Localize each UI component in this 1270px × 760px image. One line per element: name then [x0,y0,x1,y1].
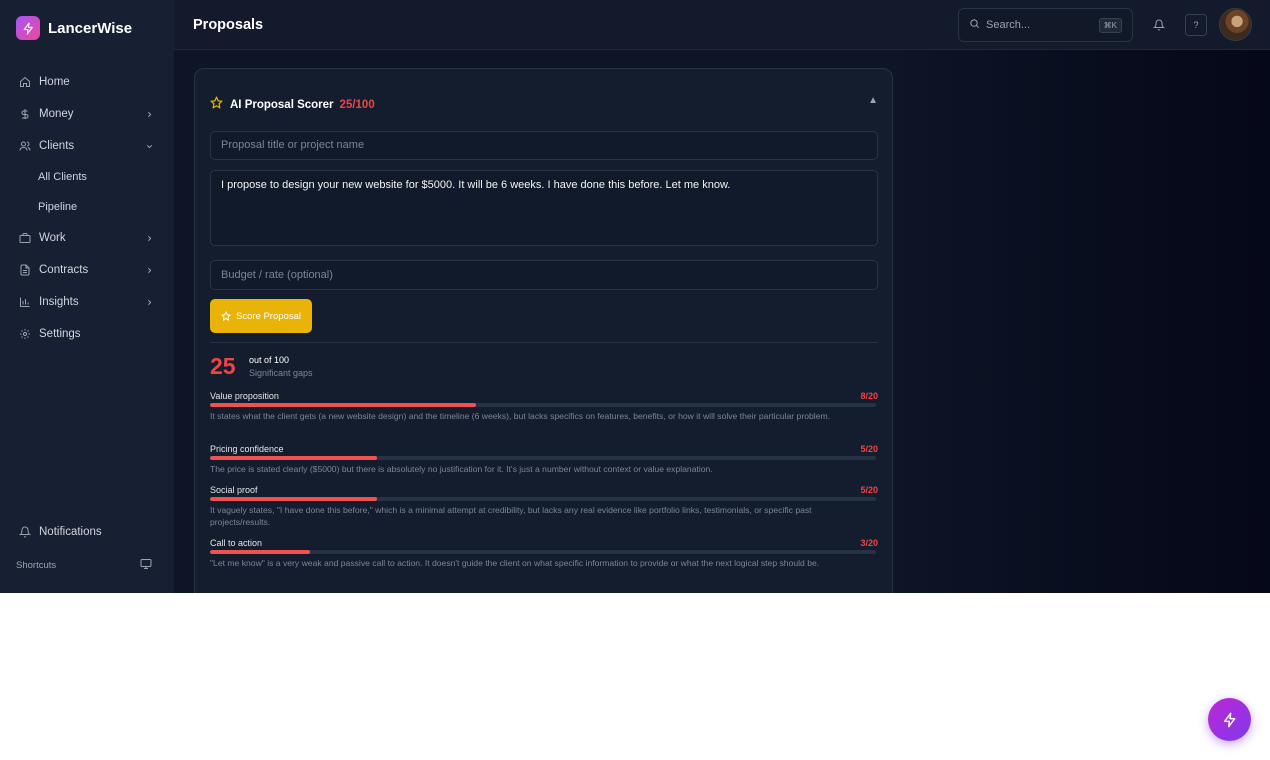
lightning-icon [1223,712,1235,727]
scorer-title: AI Proposal Scorer [230,99,334,111]
document-icon [19,264,31,276]
scorer-header[interactable]: AI Proposal Scorer 25/100 ▲ [210,95,878,114]
criterion-bar [210,403,876,407]
app-window: LancerWise Home Money Clients All Client… [0,0,1270,593]
sidebar-item-label: Clients [39,140,75,152]
criterion-bar-fill [210,403,477,407]
criterion-name: Pricing confidence [210,444,284,454]
criterion-bar [210,497,876,501]
sidebar-item-label: Notifications [39,526,102,538]
proposal-title-field[interactable]: Proposal title or project name [210,131,878,160]
bell-icon[interactable] [1148,14,1170,36]
sidebar-item-label: Settings [39,328,81,340]
chevron-right-icon [144,109,154,119]
criterion-description: The price is stated clearly ($5000) but … [210,464,713,474]
criterion-description: "Let me know" is a very weak and passive… [210,558,820,568]
sidebar-subitem-all-clients[interactable]: All Clients [8,162,166,192]
criterion-bar [210,456,876,460]
search-icon [969,16,980,34]
sidebar-item-label: Money [39,108,74,120]
criterion-description: It states what the client gets (a new we… [210,411,830,421]
ai-assistant-button[interactable] [1208,698,1251,741]
budget-field[interactable]: Budget / rate (optional) [210,260,878,290]
criterion-score: 5/20 [860,485,878,495]
proposal-text-field[interactable]: I propose to design your new website for… [210,170,878,246]
brand[interactable]: LancerWise [16,16,132,40]
shortcuts-label: Shortcuts [16,560,57,571]
search-input[interactable]: Search... ⌘K [958,8,1133,42]
score-out-of: out of 100 [249,355,290,365]
score-verdict: Significant gaps [249,368,313,378]
chevron-right-icon [144,265,154,275]
dollar-icon [19,108,31,120]
chevron-right-icon [144,233,154,243]
search-placeholder: Search... [986,19,1031,31]
criterion-name: Value proposition [210,391,279,401]
sidebar-item-home[interactable]: Home [8,66,166,98]
divider [210,342,878,343]
sidebar-item-work[interactable]: Work [8,222,166,254]
home-icon [19,76,31,88]
criterion-name: Social proof [210,485,258,495]
shortcuts-row[interactable]: Shortcuts [16,558,152,573]
criterion-score: 3/20 [860,538,878,548]
sidebar-item-label: Work [39,232,66,244]
sidebar-item-clients[interactable]: Clients [8,130,166,162]
chevron-down-icon [144,141,154,151]
criterion-value-proposition: Value proposition 8/20 It states what th… [210,391,878,422]
criterion-name: Call to action [210,538,263,548]
sidebar-item-insights[interactable]: Insights [8,286,166,318]
criterion-description: It vaguely states, "I have done this bef… [210,505,812,527]
star-icon [221,311,231,321]
bell-icon [19,526,31,538]
sidebar-item-settings[interactable]: Settings [8,318,166,350]
criterion-call-to-action: Call to action 3/20 "Let me know" is a v… [210,538,878,569]
criterion-pricing-confidence: Pricing confidence 5/20 The price is sta… [210,444,878,475]
users-icon [19,140,31,152]
chevron-right-icon [144,297,154,307]
star-icon [210,96,223,114]
collapse-toggle-icon[interactable]: ▲ [868,95,878,106]
sidebar-item-label: Home [39,76,70,88]
gear-icon [19,328,31,340]
sidebar-item-label: Insights [39,296,79,308]
search-shortcut-badge: ⌘K [1098,17,1122,33]
sidebar: LancerWise Home Money Clients All Client… [0,0,174,593]
score-proposal-label: Score Proposal [236,310,301,322]
criterion-score: 8/20 [860,391,878,401]
help-button[interactable]: ? [1185,14,1207,36]
criterion-bar-fill [210,456,377,460]
bar-chart-icon [19,296,31,308]
brand-logo-icon [16,16,40,40]
sidebar-bottom: Notifications [8,516,166,548]
brand-name: LancerWise [48,19,133,37]
scorer-score-badge: 25/100 [339,99,375,111]
sidebar-subitem-pipeline[interactable]: Pipeline [8,192,166,222]
sidebar-item-contracts[interactable]: Contracts [8,254,166,286]
sidebar-nav: Home Money Clients All Clients Pipeline … [8,66,166,350]
main-background [893,50,1270,593]
criterion-bar [210,550,876,554]
briefcase-icon [19,232,31,244]
avatar[interactable] [1219,8,1252,41]
proposal-scorer-card: AI Proposal Scorer 25/100 ▲ Proposal tit… [194,68,893,593]
monitor-icon[interactable] [140,558,152,573]
top-header: Proposals Search... ⌘K ? [174,0,1270,50]
total-score: 25 [210,353,236,379]
page-title: Proposals [193,17,264,33]
criterion-social-proof: Social proof 5/20 It vaguely states, "I … [210,485,878,528]
criterion-bar-fill [210,497,377,501]
sidebar-item-money[interactable]: Money [8,98,166,130]
sidebar-item-notifications[interactable]: Notifications [8,516,166,548]
criterion-score: 5/20 [860,444,878,454]
score-proposal-button[interactable]: Score Proposal [210,299,312,333]
sidebar-item-label: Contracts [39,264,89,276]
criterion-bar-fill [210,550,310,554]
